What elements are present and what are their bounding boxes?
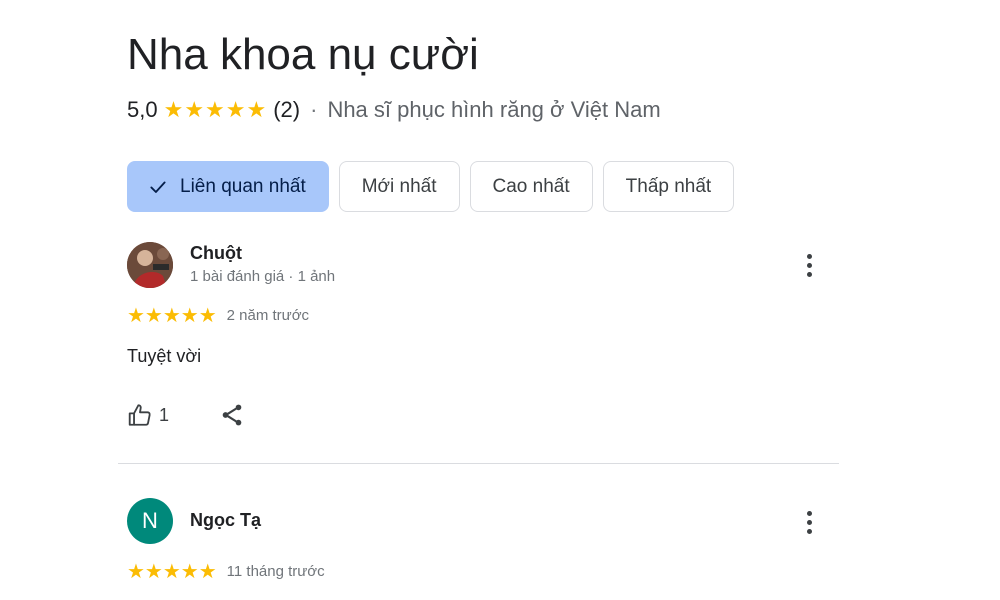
sort-chips: Liên quan nhất Mới nhất Cao nhất Thấp nh… [127,161,735,212]
separator-dot: · [310,97,318,122]
review-time: 2 năm trước [226,307,310,324]
review-rating: ★★★★★ 2 năm trước [127,303,309,328]
avatar-letter: N [142,508,158,533]
more-vert-icon [806,253,812,259]
more-options-button[interactable] [799,506,819,538]
more-options-button[interactable] [799,249,819,281]
sort-chip-lowest[interactable]: Thấp nhất [602,161,735,212]
more-vert-dot [806,519,812,525]
sort-chip-label: Mới nhất [361,175,437,197]
review-stars: ★★★★★ [127,561,217,583]
more-vert-icon [806,510,812,516]
more-vert-dot [806,528,812,534]
sort-chip-newest[interactable]: Mới nhất [338,161,460,212]
like-button[interactable]: 1 [127,402,169,428]
avatar-photo-icon [127,242,173,288]
thumb-up-icon [128,404,151,426]
like-count: 1 [159,404,170,425]
reviewer-name[interactable]: Ngọc Tạ [190,510,261,531]
avatar[interactable] [127,242,173,288]
sort-chip-label: Cao nhất [492,175,570,197]
place-review-count[interactable]: (2) [273,96,300,124]
review-actions: 1 [127,402,245,428]
share-button[interactable] [219,402,245,428]
review-rating: ★★★★★ 11 tháng trước [127,559,325,584]
sort-chip-relevant[interactable]: Liên quan nhất [127,161,329,212]
place-rating-stars: ★★★★★ [163,97,268,122]
sort-chip-label: Thấp nhất [625,175,712,197]
more-vert-dot [806,271,812,277]
review-text: Tuyệt vời [127,346,202,366]
place-rating-summary: 5,0 ★★★★★ (2) · Nha sĩ phục hình răng ở … [127,96,661,124]
avatar[interactable]: N [127,498,173,544]
reviewer-meta: 1 bài đánh giá · 1 ảnh [190,268,336,285]
review-stars: ★★★★★ [127,305,217,327]
review-card: Chuột 1 bài đánh giá · 1 ảnh ★★★★★ 2 năm… [127,242,837,442]
check-icon [150,181,166,193]
place-category: Nha sĩ phục hình răng ở Việt Nam [327,97,661,122]
place-rating-value: 5,0 [127,97,158,122]
review-card: N Ngọc Tạ ★★★★★ 11 tháng trước [127,498,837,588]
reviewer-name[interactable]: Chuột [190,243,242,264]
share-icon [222,404,242,426]
place-title: Nha khoa nụ cười [127,30,479,79]
review-divider [118,463,839,464]
sort-chip-highest[interactable]: Cao nhất [469,161,593,212]
reviews-page: Nha khoa nụ cười 5,0 ★★★★★ (2) · Nha sĩ … [0,0,1000,600]
sort-chip-label: Liên quan nhất [180,175,306,197]
review-time: 11 tháng trước [226,563,325,580]
more-vert-dot [806,262,812,268]
